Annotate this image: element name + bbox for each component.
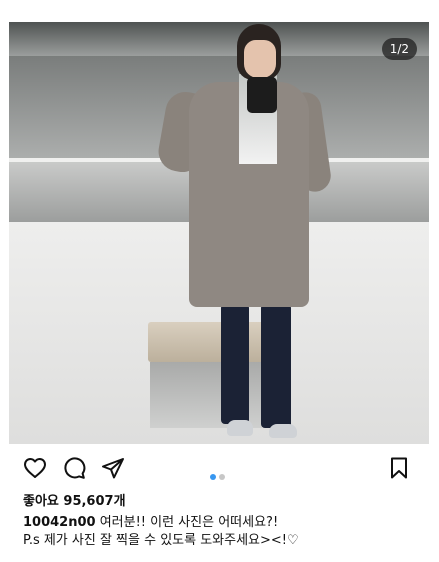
comment-icon[interactable] <box>62 456 86 480</box>
photo-ceiling <box>9 22 429 56</box>
caption-username[interactable]: 10042n00 <box>23 515 96 530</box>
carousel-dots <box>210 465 228 484</box>
post-photo[interactable]: 1/2 <box>9 22 429 444</box>
carousel-page-indicator: 1/2 <box>381 38 417 60</box>
photo-person-leg-right <box>261 304 291 428</box>
caption-line-2: P.s 제가 사진 잘 찍을 수 있도록 도와주세요><!♡ <box>23 533 299 548</box>
post-action-bar <box>0 452 439 484</box>
caption-text: 여러분!! 이런 사진은 어떠세요?! <box>99 515 279 530</box>
bookmark-icon[interactable] <box>387 456 411 480</box>
photo-person-phone <box>247 77 277 113</box>
carousel-dot-active <box>210 474 216 480</box>
heart-icon[interactable] <box>23 456 47 480</box>
share-icon[interactable] <box>101 456 125 480</box>
photo-person-shoe-left <box>227 420 253 436</box>
photo-person-shoe-right <box>269 424 297 438</box>
photo-person-face <box>244 40 276 78</box>
carousel-dot-inactive <box>219 474 225 480</box>
photo-person-leg-left <box>221 304 249 424</box>
post-caption: 10042n00 여러분!! 이런 사진은 어떠세요?! P.s 제가 사진 잘… <box>23 514 423 550</box>
caption-line-1: 10042n00 여러분!! 이런 사진은 어떠세요?! <box>23 514 423 532</box>
likes-count[interactable]: 좋아요 95,607개 <box>23 490 126 509</box>
